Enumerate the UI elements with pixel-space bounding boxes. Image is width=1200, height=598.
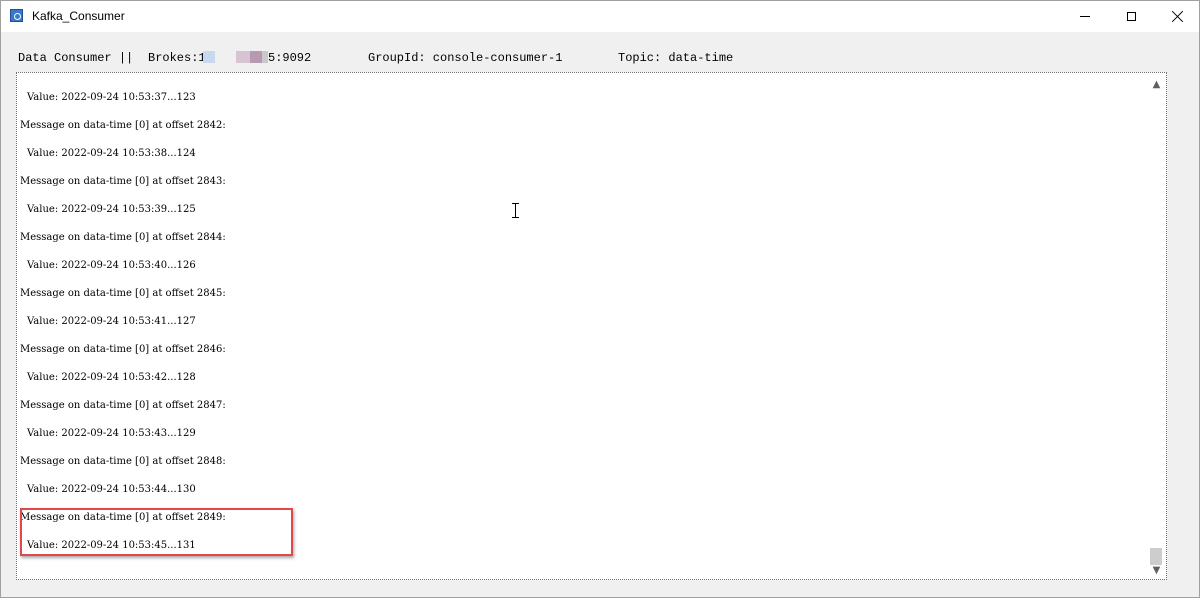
redacted-broker-address xyxy=(250,51,262,63)
log-value-line: Value: 2022-09-24 10:53:42...128 xyxy=(27,372,196,383)
close-button[interactable] xyxy=(1154,1,1200,32)
scroll-down-arrow-icon[interactable]: ▼ xyxy=(1148,562,1165,579)
log-value-line: Value: 2022-09-24 10:53:40...126 xyxy=(27,260,196,271)
scroll-up-arrow-icon[interactable]: ▲ xyxy=(1148,76,1165,93)
title-bar[interactable]: Kafka_Consumer xyxy=(1,1,1199,32)
log-message-line: Message on data-time [0] at offset 2847: xyxy=(20,400,226,411)
maximize-button[interactable] xyxy=(1108,1,1154,32)
app-window-icon xyxy=(10,9,23,22)
brokers-prefix: Brokes:1 xyxy=(148,51,206,65)
log-value-line: Value: 2022-09-24 10:53:39...125 xyxy=(27,204,196,215)
log-message-line: Message on data-time [0] at offset 2844: xyxy=(20,232,226,243)
consumer-info-header: Data Consumer || Brokes:1 5:9092 GroupId… xyxy=(18,51,733,67)
close-icon xyxy=(1171,10,1184,23)
log-value-line: Value: 2022-09-24 10:53:44...130 xyxy=(27,484,196,495)
log-value-line: Value: 2022-09-24 10:53:41...127 xyxy=(27,316,196,327)
log-message-line: Message on data-time [0] at offset 2843: xyxy=(20,176,226,187)
log-message-line: Message on data-time [0] at offset 2846: xyxy=(20,344,226,355)
log-message-line: Message on data-time [0] at offset 2845: xyxy=(20,288,226,299)
consumer-label: Data Consumer || xyxy=(18,51,134,65)
maximize-icon xyxy=(1126,12,1136,21)
window-title: Kafka_Consumer xyxy=(32,9,125,23)
kafka-consumer-window: Kafka_Consumer Data Consumer || Brokes:1… xyxy=(0,0,1200,598)
minimize-icon xyxy=(1080,16,1090,17)
log-message-line: Message on data-time [0] at offset 2848: xyxy=(20,456,226,467)
brokers-suffix: 5:9092 xyxy=(268,51,312,65)
vertical-scrollbar[interactable]: ▲ ▼ xyxy=(1148,74,1165,578)
minimize-button[interactable] xyxy=(1062,1,1108,32)
text-cursor-icon xyxy=(512,203,520,218)
log-value-line: Value: 2022-09-24 10:53:37...123 xyxy=(27,92,196,103)
log-message-line: Message on data-time [0] at offset 2842: xyxy=(20,120,226,131)
highlight-box xyxy=(20,508,293,556)
group-id: GroupId: console-consumer-1 xyxy=(368,51,563,65)
redacted-broker-address xyxy=(236,51,250,63)
log-value-line: Value: 2022-09-24 10:53:43...129 xyxy=(27,428,196,439)
redacted-broker-address xyxy=(203,51,215,63)
log-value-line: Value: 2022-09-24 10:53:38...124 xyxy=(27,148,196,159)
topic-name: Topic: data-time xyxy=(618,51,734,65)
message-log-textbox[interactable]: Value: 2022-09-24 10:53:37...123 Message … xyxy=(16,72,1167,580)
